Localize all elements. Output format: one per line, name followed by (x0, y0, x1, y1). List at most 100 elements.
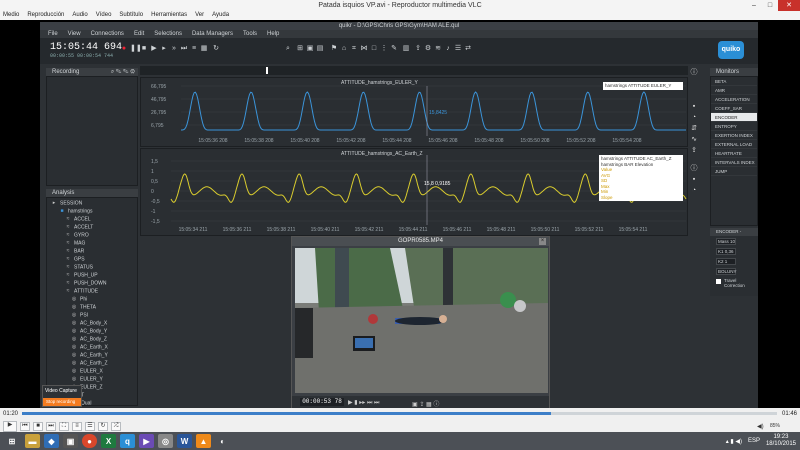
menu-audio[interactable]: Audio (72, 11, 87, 20)
monitor-item[interactable]: ACCELERATION (711, 95, 757, 104)
shuffle-button[interactable]: ⤮ (111, 421, 121, 431)
stop-icon[interactable]: ■ (140, 45, 148, 53)
tree-item[interactable]: ◎ AC_Earth_Y (71, 352, 108, 359)
monitor-item[interactable]: JUMP (711, 167, 757, 176)
loop-button[interactable]: ↻ (98, 421, 108, 431)
chart-ac-earth-z[interactable]: ATTITUDE_hamstrings_AC_Earth_Z 1,5 1 0,5 0-… (140, 148, 688, 236)
menu-subtitulo[interactable]: Subtítulo (119, 11, 143, 20)
tree-item[interactable]: ◎ EULER_X (71, 368, 103, 375)
zoom-icon[interactable]: ⌕ (284, 45, 292, 53)
menu-medio[interactable]: Medio (3, 11, 19, 20)
close-icon[interactable]: ✕ (778, 0, 800, 11)
video-transport[interactable]: ▶ ▮ ▸▸ ⏭ ⏭ (348, 399, 379, 407)
tree-item[interactable]: ≈ BAR (65, 248, 85, 255)
grid-icon[interactable]: ⊞ (296, 45, 304, 53)
video-close-icon[interactable]: × (539, 238, 546, 245)
video-capture-window[interactable]: GOPR0585.MP4 × 00:00:53 78 ▶ ▮ ▸▸ ⏭ ⏭ ▣ … (291, 236, 550, 410)
monitor-item[interactable]: EXTERNAL LOAD (711, 140, 757, 149)
pie2-icon[interactable]: ◔ (690, 187, 698, 195)
stop-recording-button[interactable]: Stop recording (43, 398, 81, 406)
tree-item[interactable]: ■ hamstrings (59, 208, 92, 215)
volume-icon[interactable]: ◀) (757, 423, 764, 430)
tree-item[interactable]: ◎ AC_Body_X (71, 320, 107, 327)
end-icon[interactable]: ⏭ (180, 45, 188, 53)
menu-herramientas[interactable]: Herramientas (151, 11, 187, 20)
pie-icon[interactable]: ◔ (690, 114, 698, 122)
tree-item[interactable]: ≈ PUSH_DOWN (65, 280, 107, 287)
tree-item[interactable]: ≈ GYRO (65, 232, 89, 239)
loop-icon[interactable]: ↻ (212, 45, 220, 53)
monitor-item[interactable]: AMR (711, 86, 757, 95)
fast-forward-icon[interactable]: » (170, 45, 178, 53)
menu-ver[interactable]: Ver (195, 11, 204, 20)
chrome-icon[interactable]: ● (82, 434, 97, 448)
menu-video[interactable]: Vídeo (96, 11, 112, 20)
stop-button[interactable]: ■ (33, 421, 43, 431)
encoder-field-boluny[interactable]: BOLUNY (716, 268, 737, 275)
recording-tools[interactable]: ⌕ ✎ ✎ ⚙ (111, 68, 135, 76)
menu-icon[interactable]: ≡ (190, 45, 198, 53)
app-icon-4[interactable]: ◐ (215, 434, 230, 448)
timeline-handle[interactable] (266, 67, 268, 74)
maximize-icon[interactable]: □ (762, 0, 778, 11)
encoder-field-mass[interactable]: Mass 10 (716, 238, 736, 245)
monitor-item[interactable]: ENCODER (711, 113, 757, 122)
app-icon-3[interactable]: ◎ (158, 434, 173, 448)
timeline-bar[interactable] (140, 66, 688, 75)
keyboard-language[interactable]: ESP (748, 438, 760, 444)
tray-clock[interactable]: 19:23 18/10/2015 (766, 434, 796, 448)
vlc-icon[interactable]: ▲ (196, 434, 211, 448)
monitor-item[interactable]: EXERTION INDEX (711, 131, 757, 140)
monitor-item[interactable]: INTERVALS INDEX (711, 158, 757, 167)
travel-correction-checkbox[interactable] (716, 279, 721, 284)
export-icon[interactable]: ⇪ (414, 45, 422, 53)
monitor-item[interactable]: COEFF_SAR (711, 104, 757, 113)
monitor-item[interactable]: HEARTRATE (711, 149, 757, 158)
record-icon[interactable]: ● (120, 45, 128, 53)
flag-icon[interactable]: ⚑ (330, 45, 338, 53)
tree-item[interactable]: ≈ GPS (65, 256, 85, 263)
tree-item[interactable]: ≈ ATTITUDE (65, 288, 98, 295)
quikr-icon[interactable]: q (120, 434, 135, 448)
play-button[interactable]: ▶ (3, 420, 17, 432)
prev-button[interactable]: ⏮ (20, 421, 30, 431)
tree-item[interactable]: ◎ Phi (71, 296, 87, 303)
tag-icon[interactable]: ⌂ (340, 45, 348, 53)
clip-icon[interactable]: ⌗ (350, 45, 358, 53)
wave-icon[interactable]: ∿ (690, 136, 698, 144)
menu-help[interactable]: Help (267, 30, 279, 38)
sync-icon[interactable]: ⇄ (464, 45, 472, 53)
excel-icon[interactable]: X (101, 434, 116, 448)
encoder-field-k2[interactable]: K2 1 (716, 258, 736, 265)
tree-item[interactable]: ◎ THETA (71, 304, 96, 311)
tree-item[interactable]: ≈ ACCEL (65, 216, 91, 223)
chart-euler-y[interactable]: ATTITUDE_hamstrings_EULER_Y 66,795 46,795… (140, 77, 688, 147)
calendar-icon[interactable]: ▥ (402, 45, 410, 53)
box-icon[interactable]: □ (370, 45, 378, 53)
tree-item[interactable]: ◎ AC_Earth_X (71, 344, 108, 351)
tree-item[interactable]: ◎ AC_Body_Z (71, 336, 107, 343)
menu-view[interactable]: View (68, 30, 81, 38)
tree-item[interactable]: ≈ PUSH_UP (65, 272, 98, 279)
app-icon-1[interactable]: ◆ (44, 434, 59, 448)
image-icon[interactable]: ▣ (306, 45, 314, 53)
minimize-icon[interactable]: – (746, 0, 762, 11)
chart-icon[interactable]: ▤ (316, 45, 324, 53)
scale-icon[interactable]: ⇵ (690, 125, 698, 133)
step-icon[interactable]: ▸ (160, 45, 168, 53)
tree-item[interactable]: ≈ MAG (65, 240, 86, 247)
notes-icon[interactable]: ✎ (390, 45, 398, 53)
filter-icon[interactable]: ⋈ (360, 45, 368, 53)
tree-item[interactable]: ◎ PSI (71, 312, 88, 319)
video-tools[interactable]: ▣ ⇪ ▦ ⓘ (412, 399, 439, 408)
tree-item[interactable]: ≈ ACCELT (65, 224, 94, 231)
tree-item[interactable]: ◎ EULER_Y (71, 376, 103, 383)
tree-item[interactable]: ≈ STATUS (65, 264, 93, 271)
monitor-item[interactable]: ENTROPY (711, 122, 757, 131)
info-icon[interactable]: ⓘ (690, 69, 698, 77)
app-icon-2[interactable]: ▣ (63, 434, 78, 448)
fullscreen-button[interactable]: ⛶ (59, 421, 69, 431)
menu-reproduccion[interactable]: Reproducción (27, 11, 64, 20)
tree-item[interactable]: ▸ SESSION (51, 200, 83, 207)
settings-icon[interactable]: ⚙ (424, 45, 432, 53)
